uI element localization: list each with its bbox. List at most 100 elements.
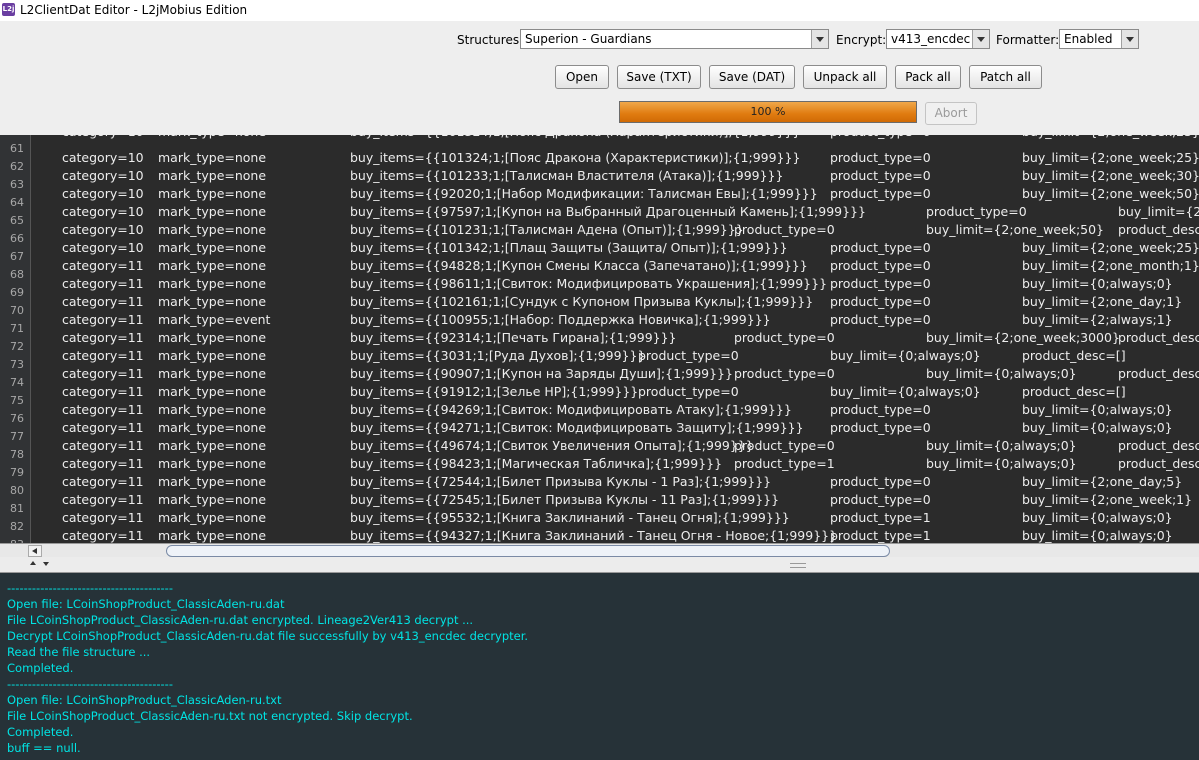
editor-cell: mark_type=none — [158, 258, 267, 273]
editor-cell: buy_items={{94269;1;[Свиток: Модифициров… — [350, 402, 792, 417]
line-number-gutter: 61 62 63 64 65 66 67 68 69 70 71 72 73 74 75 76 77 78 79 80… — [0, 135, 31, 543]
editor-cell: buy_items={{97597;1;[Купон на Выбранный … — [350, 204, 866, 219]
save-txt-button[interactable]: Save (TXT) — [617, 65, 701, 89]
progress-bar: 100 % — [619, 101, 917, 123]
line-number: 75 — [10, 394, 24, 407]
line-number: 82 — [10, 520, 24, 533]
editor-cell: product_desc=[] — [1022, 348, 1126, 363]
editor-cell: product_type=0 — [734, 438, 835, 453]
line-number: 80 — [10, 484, 24, 497]
editor-cell: category=10 — [62, 150, 144, 165]
chevron-down-icon[interactable] — [811, 30, 828, 48]
editor-cell: mark_type=none — [158, 456, 267, 471]
splitter-grip-icon[interactable] — [790, 563, 806, 568]
editor-cell: category=11 — [62, 294, 144, 309]
log-line: buff == null. — [7, 741, 81, 755]
window-title: L2ClientDat Editor - L2jMobius Edition — [20, 3, 248, 17]
editor-cell: buy_items={{72545;1;[Билет Призыва Куклы… — [350, 492, 780, 507]
editor-cell: mark_type=none — [158, 240, 267, 255]
abort-button[interactable]: Abort — [925, 102, 977, 125]
editor-cell: product_type=0 — [830, 150, 931, 165]
editor-cell: buy_items={{92020;1;[Набор Модификации: … — [350, 186, 818, 201]
formatter-value: Enabled — [1064, 32, 1113, 46]
open-button[interactable]: Open — [555, 65, 609, 89]
scrollbar-thumb[interactable] — [166, 545, 890, 557]
log-line: Completed. — [7, 661, 74, 675]
toolbar: Structures Superion - Guardians Encrypt:… — [0, 21, 1199, 135]
log-line: ---------------------------------------- — [7, 581, 173, 595]
partial-line-cell: mark_type=none — [158, 135, 266, 139]
editor-cell: buy_limit={0;always;0} — [926, 438, 1077, 453]
line-number: 76 — [10, 412, 24, 425]
editor-cell: product_type=0 — [830, 186, 931, 201]
editor-cell: buy_items={{3031;1;[Руда Духов];{1;999}}… — [350, 348, 646, 363]
editor-cell: buy_limit={2;one_week;25} — [1022, 150, 1199, 165]
title-bar: L2j L2ClientDat Editor - L2jMobius Editi… — [0, 0, 1199, 22]
editor-cell: product_type=0 — [830, 474, 931, 489]
editor-cell: product_type=0 — [830, 294, 931, 309]
log-line: Open file: LCoinShopProduct_ClassicAden-… — [7, 693, 282, 707]
editor-cell: product_type=0 — [638, 348, 739, 363]
editor-cell: category=10 — [62, 168, 144, 183]
editor-cell: buy_limit={2;one_week;30} — [1022, 168, 1199, 183]
formatter-combo[interactable]: Enabled — [1059, 29, 1139, 49]
editor-cell: mark_type=none — [158, 348, 267, 363]
editor-cell: mark_type=none — [158, 204, 267, 219]
editor-cell: mark_type=none — [158, 150, 267, 165]
editor-cell: category=11 — [62, 258, 144, 273]
editor-cell: category=11 — [62, 510, 144, 525]
editor-cell: buy_limit={2;always;1} — [1022, 312, 1173, 327]
editor-cell: mark_type=none — [158, 366, 267, 381]
editor-cell: product_desc — [1118, 366, 1199, 381]
editor-cell: category=11 — [62, 402, 144, 417]
editor-cell: product_type=1 — [734, 456, 835, 471]
scroll-left-icon[interactable] — [28, 545, 42, 557]
editor-cell: product_type=0 — [638, 384, 739, 399]
line-number: 70 — [10, 304, 24, 317]
line-number: 62 — [10, 160, 24, 173]
line-number: 67 — [10, 250, 24, 263]
editor-cell: category=11 — [62, 456, 144, 471]
editor-cell: buy_limit={2; — [1118, 204, 1199, 219]
pack-all-button[interactable]: Pack all — [895, 65, 961, 89]
collapse-up-icon[interactable] — [30, 561, 36, 565]
editor-cell: category=11 — [62, 492, 144, 507]
editor-cell: buy_items={{100955;1;[Набор: Поддержка Н… — [350, 312, 771, 327]
editor-cell: buy_items={{102161;1;[Сундук с Купоном П… — [350, 294, 814, 309]
editor-cell: category=11 — [62, 528, 144, 543]
horizontal-scrollbar[interactable] — [0, 543, 1199, 558]
chevron-down-icon[interactable] — [1121, 30, 1138, 48]
editor-cell: mark_type=none — [158, 510, 267, 525]
editor-cell: buy_items={{95532;1;[Книга Заклинаний - … — [350, 510, 790, 525]
editor-cell: category=11 — [62, 312, 144, 327]
structures-combo[interactable]: Superion - Guardians — [520, 29, 829, 49]
chevron-down-icon[interactable] — [972, 30, 989, 48]
encrypt-combo[interactable]: v413_encdec — [886, 29, 990, 49]
split-pane-divider[interactable] — [0, 557, 1199, 573]
editor-cell: product_desc=[] — [1022, 384, 1126, 399]
editor-cell: product_desc — [1118, 222, 1199, 237]
save-dat-button[interactable]: Save (DAT) — [709, 65, 795, 89]
editor-cell: buy_limit={0;always;0} — [926, 366, 1077, 381]
unpack-all-button[interactable]: Unpack all — [803, 65, 887, 89]
editor-cell: mark_type=none — [158, 402, 267, 417]
log-line: Decrypt LCoinShopProduct_ClassicAden-ru.… — [7, 629, 529, 643]
editor-cell: buy_limit={0;always;0} — [1022, 528, 1173, 543]
log-console[interactable]: ----------------------------------------… — [0, 573, 1199, 760]
partial-line-cell: category=10 — [62, 135, 144, 139]
encrypt-label: Encrypt: — [836, 33, 887, 47]
editor-cell: buy_items={{101324;1;[Пояс Дракона (Хара… — [350, 150, 801, 165]
line-number: 74 — [10, 376, 24, 389]
line-number: 61 — [10, 142, 24, 155]
editor-cell: buy_items={{94271;1;[Свиток: Модифициров… — [350, 420, 804, 435]
text-editor[interactable]: 61 62 63 64 65 66 67 68 69 70 71 72 73 74 75 76 77 78 79 80… — [0, 135, 1199, 543]
editor-cell: buy_limit={0;always;0} — [926, 456, 1077, 471]
editor-cell: mark_type=none — [158, 276, 267, 291]
editor-cell: buy_items={{101231;1;[Талисман Адена (Оп… — [350, 222, 744, 237]
editor-cell: buy_items={{98611;1;[Свиток: Модифициров… — [350, 276, 828, 291]
editor-cell: buy_limit={2;one_week;25} — [1022, 240, 1199, 255]
editor-cell: buy_items={{94828;1;[Купон Смены Класса … — [350, 258, 808, 273]
collapse-down-icon[interactable] — [43, 562, 49, 566]
editor-cell: product_type=0 — [830, 492, 931, 507]
patch-all-button[interactable]: Patch all — [969, 65, 1042, 89]
